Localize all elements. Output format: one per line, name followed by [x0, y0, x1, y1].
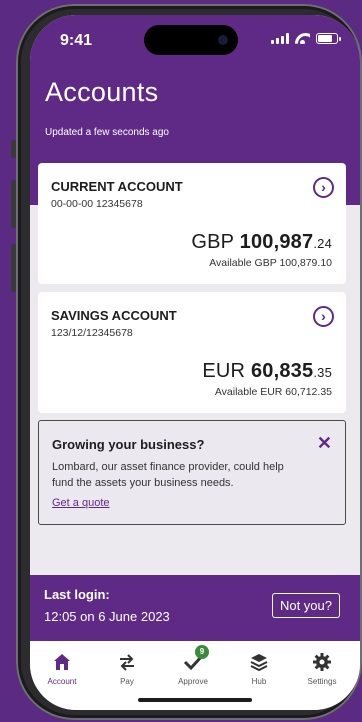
get-quote-link[interactable]: Get a quote: [52, 497, 110, 509]
account-card-current[interactable]: CURRENT ACCOUNT 00-00-00 12345678 › GBP …: [38, 163, 346, 284]
balance-decimals: .35: [313, 365, 332, 380]
signal-icon: [271, 33, 289, 44]
wifi-icon: [295, 33, 310, 44]
promo-banner: Growing your business? ✕ Lombard, our as…: [38, 420, 346, 525]
last-login-time: 12:05 on 6 June 2023: [44, 609, 170, 624]
account-name: CURRENT ACCOUNT: [51, 179, 183, 194]
battery-icon: [316, 33, 341, 44]
phone-volume-up: [11, 180, 16, 228]
account-balance: GBP 100,987.24: [191, 231, 332, 254]
dynamic-island: [144, 25, 238, 55]
account-balance: EUR 60,835.35: [202, 360, 332, 383]
promo-text: Lombard, our asset finance provider, cou…: [52, 461, 284, 489]
not-you-button[interactable]: Not you?: [271, 593, 340, 618]
phone-volume-down: [11, 244, 16, 292]
approve-badge: 9: [195, 645, 209, 659]
available-balance: Available GBP 100,879.10: [209, 257, 332, 269]
home-icon: [54, 654, 70, 670]
close-icon[interactable]: ✕: [317, 433, 332, 454]
home-indicator: [138, 698, 252, 702]
chevron-right-icon[interactable]: ›: [313, 306, 334, 327]
balance-currency: GBP: [191, 231, 234, 253]
tab-label: Settings: [307, 677, 337, 686]
last-login-label: Last login:: [44, 587, 110, 602]
layers-icon: [250, 654, 268, 672]
chevron-right-icon[interactable]: ›: [313, 177, 334, 198]
balance-decimals: .24: [313, 236, 332, 251]
gear-icon: [313, 653, 331, 671]
balance-amount: 100,987: [239, 231, 314, 253]
updated-text: Updated a few seconds ago: [45, 127, 169, 138]
balance-amount: 60,835: [250, 360, 314, 382]
account-number: 00-00-00 12345678: [51, 198, 143, 210]
tab-approve[interactable]: 9 Approve: [163, 645, 223, 686]
tab-hub[interactable]: Hub: [229, 649, 289, 686]
tab-label: Hub: [251, 677, 267, 686]
status-time: 9:41: [60, 32, 93, 49]
balance-currency: EUR: [202, 360, 246, 382]
tab-label: Account: [47, 677, 77, 686]
tab-label: Pay: [120, 677, 134, 686]
tab-label: Approve: [178, 677, 208, 686]
page-title: Accounts: [45, 77, 159, 107]
transfer-icon: [120, 654, 134, 671]
account-number: 123/12/12345678: [51, 327, 133, 339]
tab-account[interactable]: Account: [32, 649, 92, 686]
phone-side-button: [11, 140, 16, 158]
tab-settings[interactable]: Settings: [292, 649, 352, 686]
account-name: SAVINGS ACCOUNT: [51, 308, 177, 323]
status-icons: [271, 33, 341, 44]
account-card-savings[interactable]: SAVINGS ACCOUNT 123/12/12345678 › EUR 60…: [38, 292, 346, 413]
available-balance: Available EUR 60,712.35: [214, 386, 332, 398]
app-screen: 9:41 Accounts Updated a few seconds ago …: [30, 15, 360, 710]
promo-title: Growing your business?: [52, 437, 205, 452]
status-bar: 9:41: [30, 15, 360, 59]
tab-pay[interactable]: Pay: [97, 649, 157, 686]
last-login-bar: Last login: 12:05 on 6 June 2023 Not you…: [30, 575, 360, 641]
